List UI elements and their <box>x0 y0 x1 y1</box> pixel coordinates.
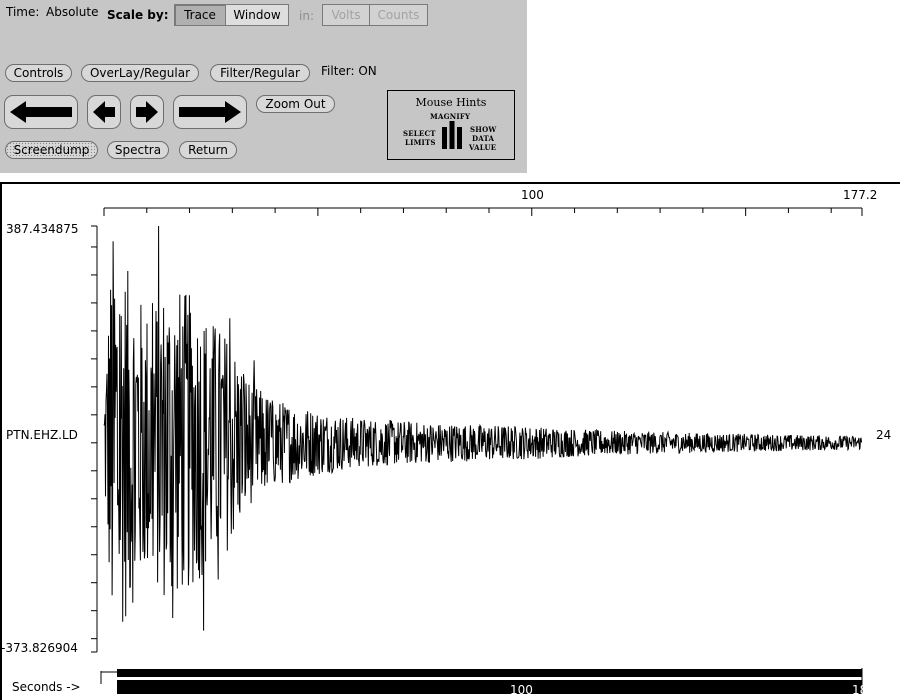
top-time-axis <box>103 207 863 216</box>
bottom-axis-label-end: 181 <box>852 683 875 697</box>
bottom-axis-upper-bar <box>117 669 862 677</box>
amplitude-axis <box>91 225 98 653</box>
seismogram-svg[interactable] <box>0 0 900 700</box>
bottom-axis-lower-bar <box>117 680 862 694</box>
bottom-axis-label-100: 100 <box>510 683 533 697</box>
bottom-seconds-axis[interactable] <box>100 668 863 694</box>
seismic-trace-line[interactable] <box>103 225 863 631</box>
